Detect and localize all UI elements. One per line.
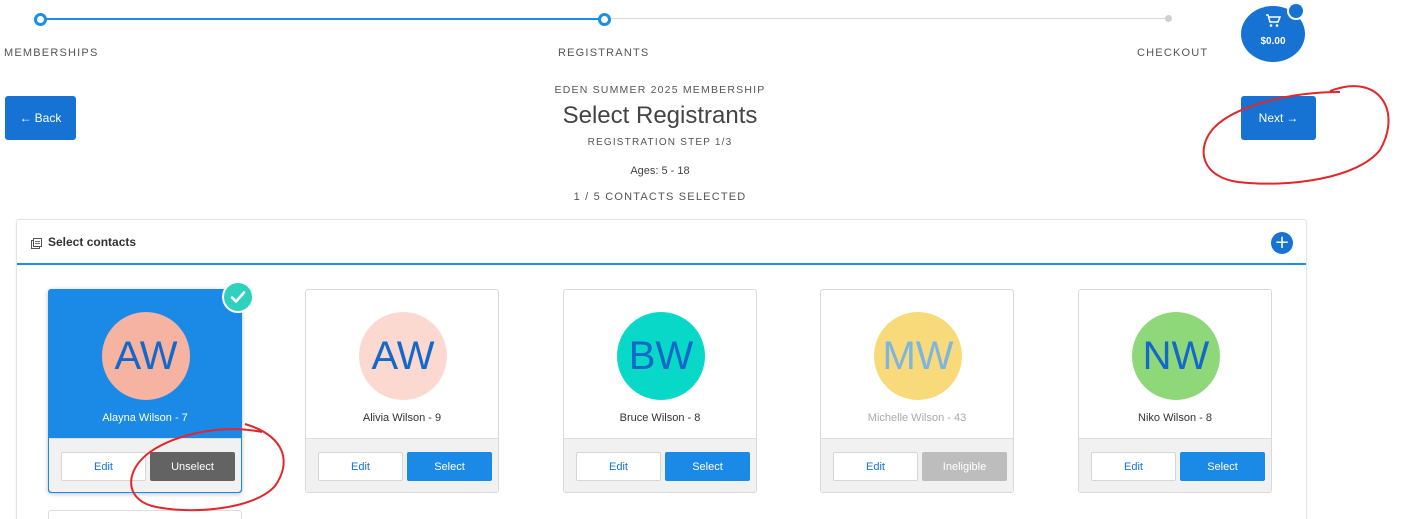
back-button-label: Back: [34, 111, 62, 125]
contact-card[interactable]: AW Alivia Wilson - 9 Edit Select: [305, 289, 499, 493]
contact-card[interactable]: AW Alayna Wilson - 7 Edit Unselect: [48, 281, 254, 493]
next-button[interactable]: Next →: [1241, 96, 1316, 140]
card-actions: Edit Select: [564, 438, 756, 492]
step-label-checkout: CHECKOUT: [1137, 47, 1209, 59]
selected-count: 1 / 5 CONTACTS SELECTED: [573, 191, 747, 203]
arrow-right-icon: →: [1286, 111, 1299, 125]
cart-badge: [1287, 2, 1305, 20]
edit-button[interactable]: Edit: [318, 452, 403, 481]
avatar: BW: [617, 312, 705, 400]
panel-header: Select contacts +: [17, 220, 1306, 265]
edit-button[interactable]: Edit: [61, 452, 146, 481]
step-node-checkout: [1165, 15, 1172, 22]
check-icon: [222, 281, 254, 313]
step-label-registrants: REGISTRANTS: [558, 47, 650, 59]
arrow-left-icon: ←: [19, 111, 32, 125]
contact-name: Michelle Wilson - 43: [867, 412, 967, 424]
progress-track-complete: [44, 18, 600, 20]
panel-title: Select contacts: [48, 235, 137, 249]
contact-name: Alivia Wilson - 9: [362, 412, 442, 424]
edit-button[interactable]: Edit: [576, 452, 661, 481]
step-node-memberships: [34, 13, 47, 26]
contact-card: MW Michelle Wilson - 43 Edit Ineligible: [820, 289, 1014, 493]
card-actions: Edit Unselect: [49, 438, 241, 492]
plus-icon: +: [1274, 232, 1290, 253]
cart-total: $0.00: [1260, 36, 1286, 47]
avatar: NW: [1132, 312, 1220, 400]
contact-name: Alayna Wilson - 7: [102, 412, 188, 424]
contact-name: Niko Wilson - 8: [1138, 412, 1212, 424]
card-actions: Edit Select: [306, 438, 498, 492]
contact-card[interactable]: NW Niko Wilson - 8 Edit Select: [1078, 289, 1272, 493]
cart-button[interactable]: $0.00: [1241, 2, 1305, 62]
card-actions: Edit Ineligible: [821, 438, 1013, 492]
progress-track-upcoming: [610, 18, 1165, 19]
step-node-registrants: [598, 13, 611, 26]
add-contact-button[interactable]: +: [1271, 232, 1293, 254]
registration-step: REGISTRATION STEP 1/3: [587, 137, 733, 148]
contact-card[interactable]: BW Bruce Wilson - 8 Edit Select: [563, 289, 757, 493]
ineligible-button: Ineligible: [922, 452, 1007, 481]
cart-icon: [1266, 14, 1281, 27]
age-range: Ages: 5 - 18: [630, 165, 690, 177]
registration-progress: MEMBERSHIPS REGISTRANTS CHECKOUT: [0, 0, 1403, 70]
unselect-button[interactable]: Unselect: [150, 452, 235, 481]
avatar: AW: [359, 312, 447, 400]
avatar: MW: [874, 312, 962, 400]
select-button[interactable]: Select: [407, 452, 492, 481]
contact-name: Bruce Wilson - 8: [619, 412, 701, 424]
page-title: Select Registrants: [562, 102, 758, 129]
back-button[interactable]: ← Back: [5, 96, 76, 140]
edit-button[interactable]: Edit: [1091, 452, 1176, 481]
edit-button[interactable]: Edit: [833, 452, 918, 481]
select-button[interactable]: Select: [665, 452, 750, 481]
membership-name: EDEN SUMMER 2025 MEMBERSHIP: [554, 84, 766, 96]
contact-card-partial: [48, 510, 242, 519]
card-actions: Edit Select: [1079, 438, 1271, 492]
select-button[interactable]: Select: [1180, 452, 1265, 481]
avatar: AW: [102, 312, 190, 400]
next-button-label: Next: [1258, 111, 1284, 125]
contacts-icon: [31, 238, 42, 249]
step-label-memberships: MEMBERSHIPS: [4, 47, 99, 59]
